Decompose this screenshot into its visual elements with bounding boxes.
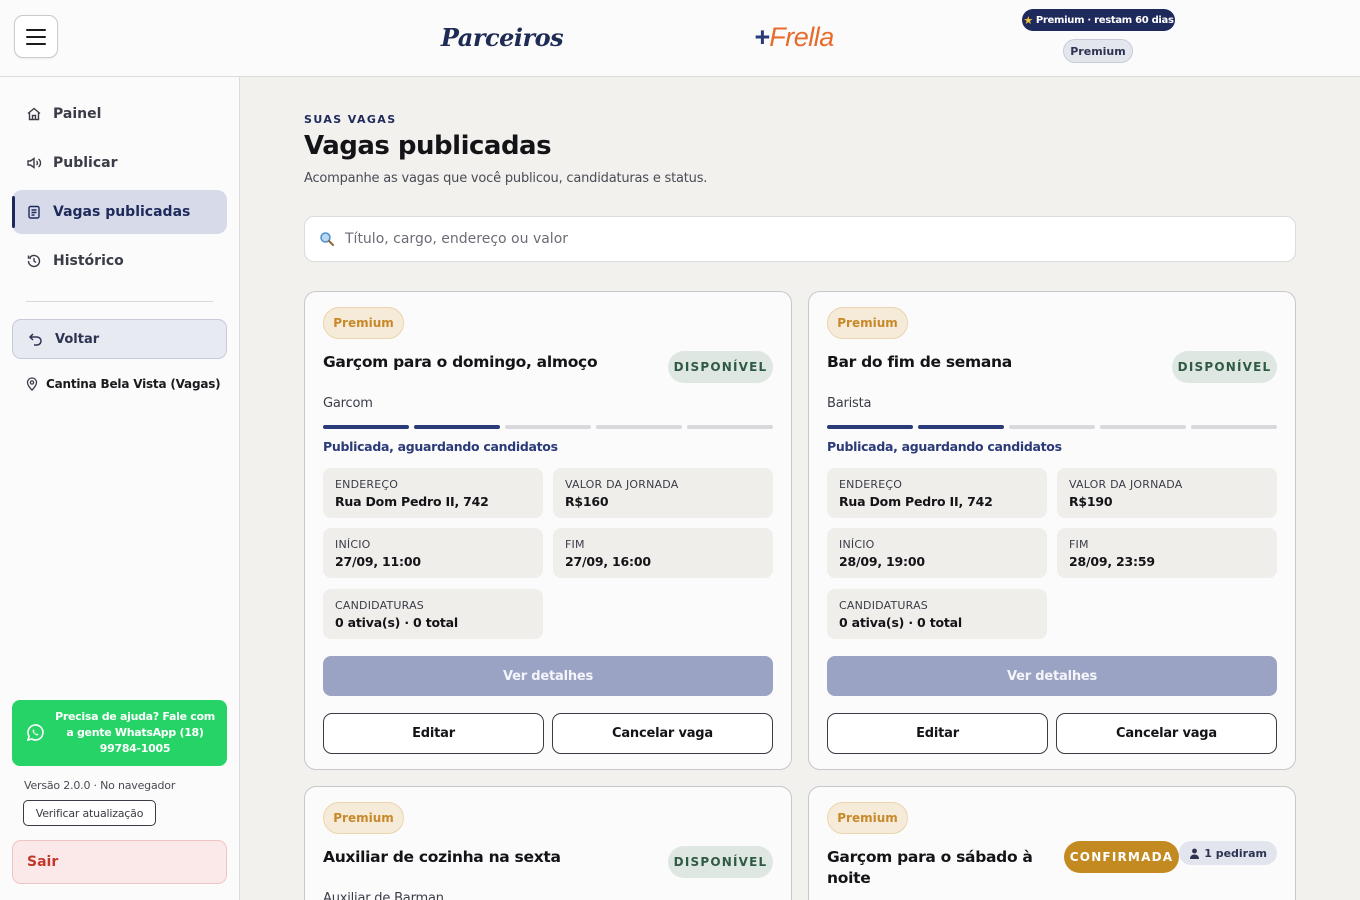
search-bar [304, 216, 1296, 262]
cancel-job-button[interactable]: Cancelar vaga [1056, 713, 1277, 754]
clipboard-icon [28, 205, 40, 219]
view-details-button[interactable]: Ver detalhes [323, 656, 773, 696]
end-field: FIM 27/09, 16:00 [553, 528, 773, 578]
undo-icon [28, 333, 42, 346]
premium-status-pill: ★ Premium · restam 60 dias [1022, 9, 1175, 31]
applications-field: CANDIDATURAS 0 ativa(s) · 0 total [323, 589, 543, 639]
frella-logo: +Frella [754, 22, 834, 52]
search-input[interactable] [345, 231, 1245, 247]
value-field: VALOR DA JORNADA R$160 [553, 468, 773, 518]
premium-badge: Premium [827, 802, 908, 834]
progress-bar [323, 425, 773, 429]
section-eyebrow: SUAS VAGAS [304, 113, 397, 126]
address-field: ENDEREÇO Rua Dom Pedro II, 742 [827, 468, 1047, 518]
job-role: Garcom [323, 396, 373, 411]
sidebar: Painel Publicar Vagas publicadas Históri… [0, 77, 240, 900]
sidebar-item-publicar[interactable]: Publicar [12, 141, 227, 185]
menu-button[interactable] [14, 15, 58, 58]
premium-badge: Premium [323, 802, 404, 834]
job-title: Bar do fim de semana [827, 353, 1012, 371]
premium-badge: Premium [323, 307, 404, 339]
page-title: Vagas publicadas [304, 131, 552, 161]
location-pin-icon [26, 377, 38, 391]
job-title: Auxiliar de cozinha na sexta [323, 848, 561, 866]
sidebar-item-vagas-publicadas[interactable]: Vagas publicadas [12, 190, 227, 234]
start-field: INÍCIO 27/09, 11:00 [323, 528, 543, 578]
progress-step [827, 425, 913, 429]
edit-button[interactable]: Editar [827, 713, 1048, 754]
megaphone-icon [27, 157, 42, 169]
start-field: INÍCIO 28/09, 19:00 [827, 528, 1047, 578]
job-card: Premium Bar do fim de semana DISPONÍVEL … [808, 291, 1296, 770]
progress-step [1009, 425, 1095, 429]
back-button[interactable]: Voltar [12, 319, 227, 359]
current-place: Cantina Bela Vista (Vagas) [26, 377, 221, 391]
progress-step [596, 425, 682, 429]
star-icon: ★ [1023, 13, 1033, 27]
applications-field: CANDIDATURAS 0 ativa(s) · 0 total [827, 589, 1047, 639]
progress-step [687, 425, 773, 429]
status-badge: DISPONÍVEL [668, 846, 773, 878]
whatsapp-icon [26, 724, 44, 742]
whatsapp-help-button[interactable]: Precisa de ajuda? Fale com a gente Whats… [12, 700, 227, 766]
progress-step [414, 425, 500, 429]
job-card: Premium Garçom para o domingo, almoço DI… [304, 291, 792, 770]
status-badge: CONFIRMADA [1064, 841, 1179, 873]
view-details-button[interactable]: Ver detalhes [827, 656, 1277, 696]
edit-button[interactable]: Editar [323, 713, 544, 754]
end-field: FIM 28/09, 23:59 [1057, 528, 1277, 578]
job-role: Barista [827, 396, 872, 411]
job-card: Premium Garçom para o sábado à noite CON… [808, 786, 1296, 900]
sidebar-item-historico[interactable]: Histórico [12, 239, 227, 283]
status-badge: DISPONÍVEL [1172, 351, 1277, 383]
progress-label: Publicada, aguardando candidatos [827, 439, 1062, 454]
hamburger-icon [26, 28, 46, 31]
person-icon [1190, 848, 1200, 859]
page-subtitle: Acompanhe as vagas que você publicou, ca… [304, 171, 708, 186]
job-title: Garçom para o sábado à noite [827, 848, 1033, 887]
home-icon [27, 107, 41, 121]
search-icon [320, 232, 334, 246]
progress-step [918, 425, 1004, 429]
top-header: Parceiros +Frella ★ Premium · restam 60 … [0, 0, 1360, 77]
requested-count-badge: 1 pediram [1179, 841, 1277, 865]
check-update-button[interactable]: Verificar atualização [23, 800, 156, 826]
progress-step [505, 425, 591, 429]
premium-badge: Premium [827, 307, 908, 339]
progress-bar [827, 425, 1277, 429]
parceiros-logo: Parceiros [440, 22, 564, 52]
progress-step [1191, 425, 1277, 429]
version-info: Versão 2.0.0 · No navegador [24, 779, 176, 792]
history-icon [27, 254, 41, 268]
progress-step [1100, 425, 1186, 429]
status-badge: DISPONÍVEL [668, 351, 773, 383]
sidebar-item-painel[interactable]: Painel [12, 92, 227, 136]
job-title: Garçom para o domingo, almoço [323, 353, 598, 371]
address-field: ENDEREÇO Rua Dom Pedro II, 742 [323, 468, 543, 518]
sidebar-divider [26, 301, 213, 302]
value-field: VALOR DA JORNADA R$190 [1057, 468, 1277, 518]
logout-button[interactable]: Sair [12, 840, 227, 884]
cancel-job-button[interactable]: Cancelar vaga [552, 713, 773, 754]
progress-label: Publicada, aguardando candidatos [323, 439, 558, 454]
progress-step [323, 425, 409, 429]
job-card: Premium Auxiliar de cozinha na sexta DIS… [304, 786, 792, 900]
premium-chip[interactable]: Premium [1063, 39, 1133, 63]
job-role: Auxiliar de Barman [323, 891, 444, 900]
